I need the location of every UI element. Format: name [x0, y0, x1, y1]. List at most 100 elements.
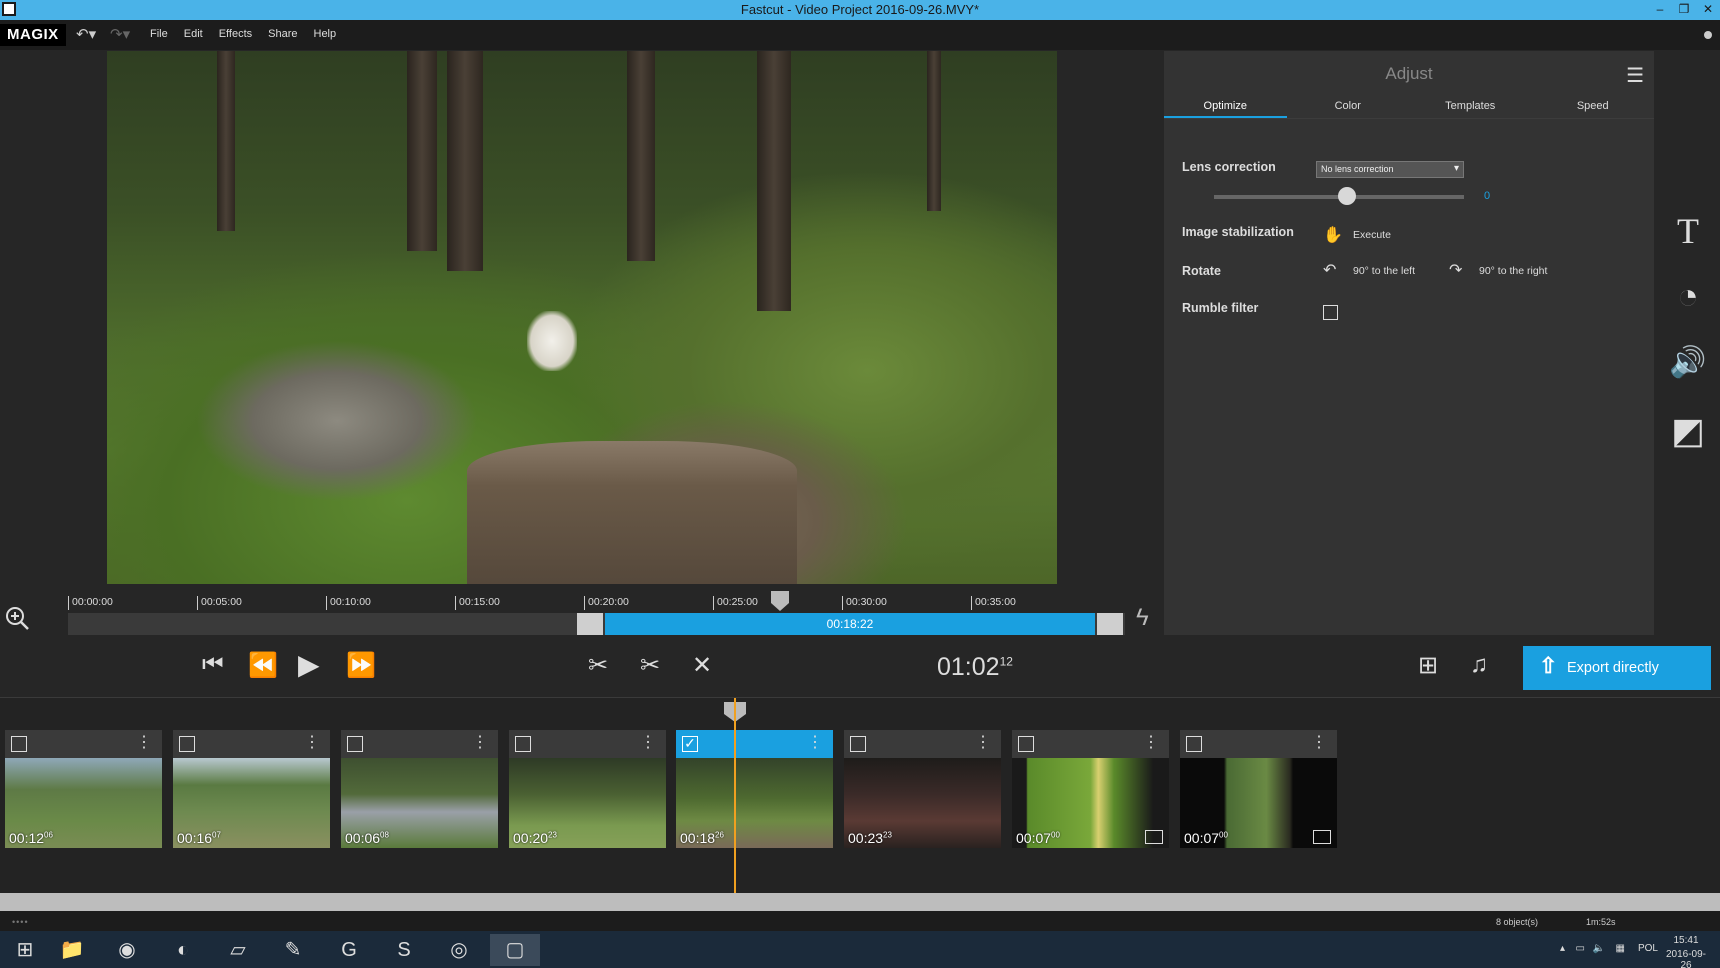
clip-duration: 00:2323 [848, 830, 892, 846]
more-options-icon[interactable]: ⋮ [1143, 734, 1159, 752]
hand-icon[interactable]: ✋ [1323, 225, 1343, 245]
menu-edit[interactable]: Edit [184, 28, 203, 40]
tab-templates[interactable]: Templates [1409, 94, 1532, 118]
adjust-tool-icon[interactable]: ◔ [1668, 276, 1708, 316]
clip[interactable]: ⋮ 00:2023 [509, 730, 666, 848]
export-directly-button[interactable]: ⇧ Export directly [1523, 646, 1711, 690]
more-options-icon[interactable]: ⋮ [640, 734, 656, 752]
grip-icon[interactable]: •••• [12, 917, 29, 927]
clip[interactable]: ⋮ 00:0700 [1012, 730, 1169, 848]
panel-tabs: Optimize Color Templates Speed [1164, 94, 1654, 119]
menu-share[interactable]: Share [268, 28, 297, 40]
skip-to-start-icon[interactable]: ⏮ [202, 651, 224, 679]
g-app-icon[interactable]: G [324, 934, 374, 966]
video-preview[interactable] [107, 51, 1057, 584]
minimize-button[interactable]: – [1648, 0, 1672, 20]
rotate-right-icon[interactable]: ↷ [1449, 260, 1462, 280]
adjust-panel: Adjust ☰ Optimize Color Templates Speed … [1164, 51, 1654, 635]
clock-date[interactable]: 2016-09-26 [1662, 949, 1710, 968]
more-options-icon[interactable]: ⋮ [472, 734, 488, 752]
clip-checkbox[interactable] [179, 736, 195, 752]
lens-correction-select[interactable]: No lens correction ▾ [1316, 161, 1464, 178]
hamburger-menu-icon[interactable]: ☰ [1626, 63, 1644, 88]
tree-trunk [217, 51, 235, 231]
slider-thumb[interactable] [1338, 187, 1356, 205]
add-media-icon[interactable]: ⊞ [1418, 651, 1438, 680]
undo-icon[interactable]: ↶▾ [76, 25, 96, 43]
language-indicator[interactable]: POL [1638, 943, 1658, 954]
menu-effects[interactable]: Effects [219, 28, 252, 40]
transition-tool-icon[interactable]: ◩ [1668, 411, 1708, 451]
clip[interactable]: ⋮ 00:1206 [5, 730, 162, 848]
more-options-icon[interactable]: ⋮ [304, 734, 320, 752]
close-button[interactable]: ✕ [1696, 0, 1720, 20]
rumble-filter-label: Rumble filter [1182, 301, 1259, 315]
timeline-scrollbar[interactable] [0, 893, 1720, 911]
timeline[interactable]: ⋮ 00:1206 ⋮ 00:1607 ⋮ 00:0608 ⋮ 00:2023 … [0, 697, 1720, 894]
more-options-icon[interactable]: ⋮ [136, 734, 152, 752]
rotate-right-button[interactable]: 90° to the right [1479, 265, 1547, 277]
rotate-left-button[interactable]: 90° to the left [1353, 265, 1415, 277]
magix-logo: MAGIX [0, 24, 66, 46]
fastcut-app-icon[interactable]: ▢ [490, 934, 540, 966]
clip-selected[interactable]: ✓ ⋮ 00:1826 [676, 730, 833, 848]
rotate-left-icon[interactable]: ↶ [1323, 260, 1336, 280]
delete-icon[interactable]: ✕ [692, 651, 712, 680]
play-icon[interactable]: ▶ [298, 648, 320, 681]
tray-arrow-icon[interactable]: ▴ [1560, 943, 1565, 954]
tab-color[interactable]: Color [1287, 94, 1410, 118]
fast-forward-icon[interactable]: ⏩ [346, 651, 376, 680]
trim-bar[interactable]: 00:18:22 [68, 613, 1125, 635]
windows-start-icon[interactable]: ⊞ [0, 934, 50, 966]
text-tool-icon[interactable]: T [1668, 211, 1708, 251]
clip-checkbox[interactable] [347, 736, 363, 752]
firefox-icon[interactable]: ◐ [158, 934, 208, 966]
clip-checkbox[interactable] [515, 736, 531, 752]
battery-icon[interactable]: ▭ [1576, 943, 1585, 954]
tab-optimize[interactable]: Optimize [1164, 94, 1287, 118]
trim-out-handle[interactable] [1097, 613, 1123, 635]
ruler-tick: 00:25:00 [713, 596, 758, 610]
trim-selection[interactable]: 00:18:22 [605, 613, 1095, 635]
menu-help[interactable]: Help [314, 28, 337, 40]
clip-checkbox[interactable] [1018, 736, 1034, 752]
paint-app-icon[interactable]: ✎ [268, 934, 318, 966]
clip-checkbox[interactable] [850, 736, 866, 752]
notes-app-icon[interactable]: ▱ [213, 934, 263, 966]
lightning-icon[interactable]: ϟ [1136, 604, 1149, 632]
split-remove-icon[interactable]: ✂ [588, 651, 608, 680]
rumble-filter-checkbox[interactable] [1323, 305, 1338, 320]
execute-button[interactable]: Execute [1353, 229, 1391, 241]
clip-checkbox[interactable] [1186, 736, 1202, 752]
tab-speed[interactable]: Speed [1532, 94, 1655, 118]
add-music-icon[interactable]: ♫ [1470, 651, 1488, 679]
more-options-icon[interactable]: ⋮ [1311, 734, 1327, 752]
clip[interactable]: ⋮ 00:2323 [844, 730, 1001, 848]
trim-in-handle[interactable] [577, 613, 603, 635]
image-icon [1145, 830, 1163, 844]
clip-checkbox-checked[interactable]: ✓ [682, 736, 698, 752]
clip[interactable]: ⋮ 00:0608 [341, 730, 498, 848]
speaker-app-icon[interactable]: ◎ [434, 934, 484, 966]
redo-icon[interactable]: ↷▾ [110, 25, 130, 43]
network-icon[interactable]: ▦ [1616, 943, 1625, 954]
restore-button[interactable]: ❐ [1672, 0, 1696, 20]
audio-tool-icon[interactable]: 🔊 [1668, 343, 1708, 383]
clip[interactable]: ⋮ 00:1607 [173, 730, 330, 848]
more-options-icon[interactable]: ⋮ [975, 734, 991, 752]
s-app-icon[interactable]: S [379, 934, 429, 966]
clip-duration: 00:0700 [1184, 830, 1228, 846]
volume-icon[interactable]: 🔈 [1593, 943, 1605, 954]
more-options-icon[interactable]: ⋮ [807, 734, 823, 752]
clock-time[interactable]: 15:41 [1662, 935, 1710, 946]
tree-trunk [407, 51, 437, 251]
chrome-icon[interactable]: ◉ [102, 934, 152, 966]
file-explorer-icon[interactable]: 📁 [47, 934, 97, 966]
clip[interactable]: ⋮ 00:0700 [1180, 730, 1337, 848]
rewind-icon[interactable]: ⏪ [248, 651, 278, 680]
clip-checkbox[interactable] [11, 736, 27, 752]
time-ruler[interactable]: 00:00:00 00:05:00 00:10:00 00:15:00 00:2… [68, 588, 1098, 612]
menu-file[interactable]: File [150, 28, 168, 40]
cut-icon[interactable]: ✂ [640, 651, 660, 680]
zoom-in-icon[interactable] [4, 605, 30, 631]
